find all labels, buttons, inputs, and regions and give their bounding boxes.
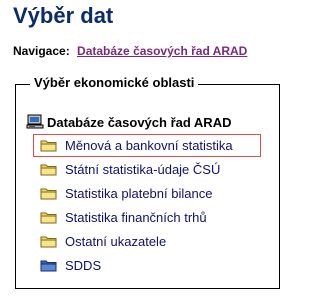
tree-item-ostatni[interactable]: Ostatní ukazatele [40,234,166,249]
tree-item-sdds[interactable]: SDDS [40,258,101,273]
tree-item-label: SDDS [65,258,102,273]
tree-item-label: Statistika finančních trhů [65,210,207,225]
tree-item-label: Měnová a bankovní statistika [65,138,233,153]
tree-item-label: Ostatní ukazatele [65,234,167,249]
computer-icon [26,114,44,130]
tree-item-label: Statistika platební bilance [65,186,213,201]
tree-item-platebni[interactable]: Statistika platební bilance [40,186,212,201]
page-title: Výběr dat [13,3,114,28]
tree-item-label: Státní statistika-údaje ČSÚ [65,162,221,177]
nav-link-arad[interactable]: Databáze časových řad ARAD [77,44,247,58]
navigation-label: Navigace: [13,44,70,58]
folder-icon [40,163,57,176]
tree-item-statni[interactable]: Státní statistika-údaje ČSÚ [40,162,220,177]
tree-root[interactable]: Databáze časových řad ARAD [26,114,231,130]
folder-icon [40,235,57,248]
tree-item-menova[interactable]: Měnová a bankovní statistika [40,138,233,153]
folder-icon [40,211,57,224]
folder-icon [40,139,57,152]
folder-icon [40,187,57,200]
folder-blue-icon [40,259,57,272]
navigation: Navigace: Databáze časových řad ARAD [13,44,247,58]
tree-item-financni[interactable]: Statistika finančních trhů [40,210,207,225]
panel-legend: Výběr ekonomické oblasti [30,75,199,90]
tree-root-label: Databáze časových řad ARAD [47,114,232,130]
